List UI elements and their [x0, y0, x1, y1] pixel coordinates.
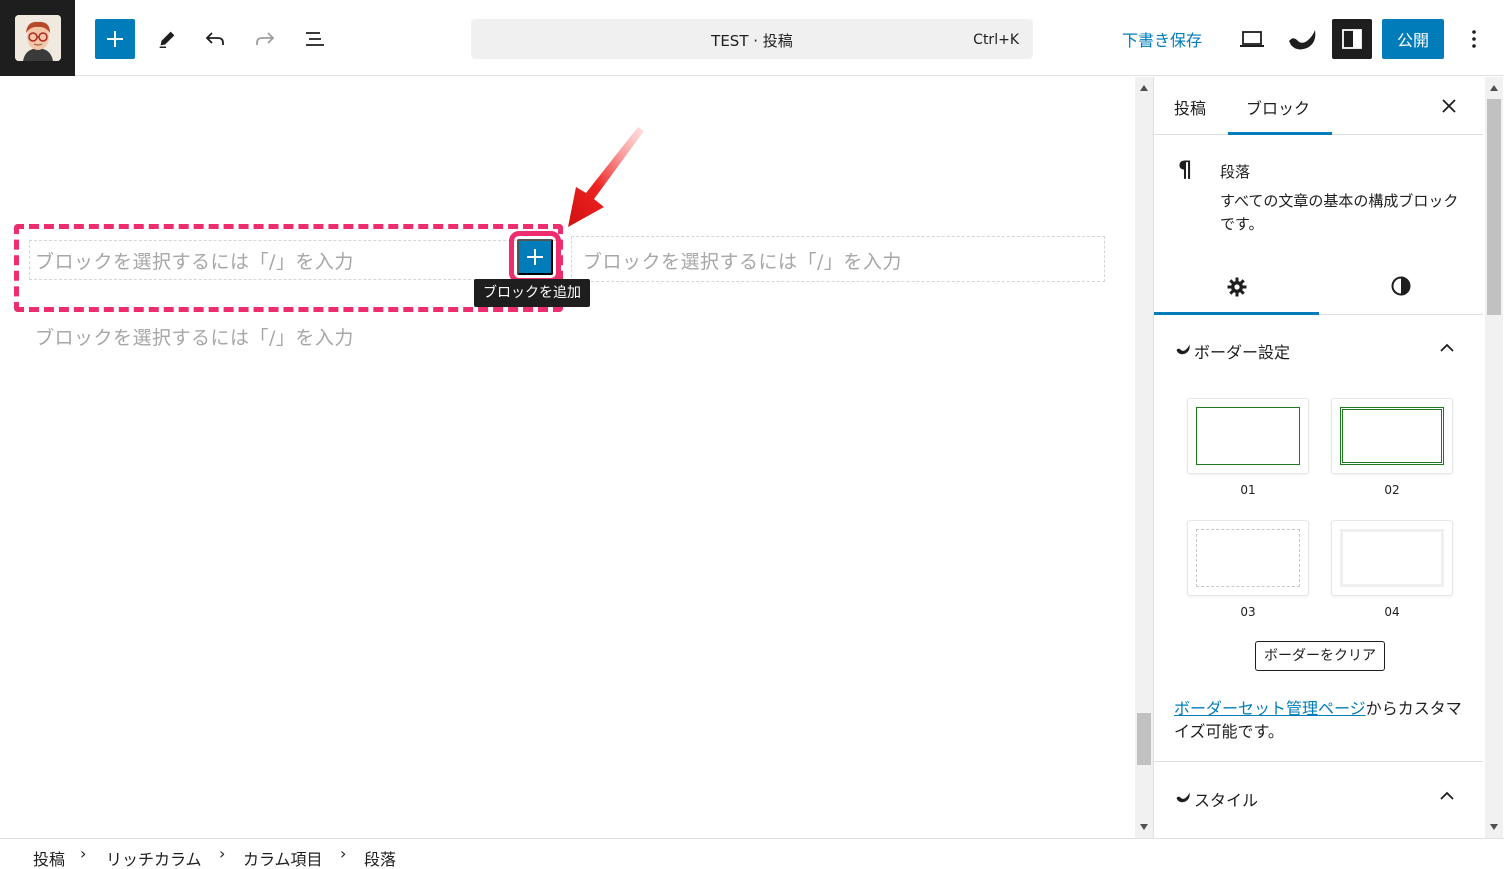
- more-vertical-icon: [1472, 30, 1476, 48]
- chevron-up-icon: [1440, 791, 1454, 800]
- editor-canvas[interactable]: ブロックを選択するには「/」を入力 ブロックを選択するには「/」を入力 ブロック…: [0, 77, 1134, 838]
- border-preset-03[interactable]: [1187, 520, 1309, 596]
- avatar: [15, 15, 61, 61]
- scroll-thumb[interactable]: [1487, 99, 1501, 315]
- scroll-up-icon[interactable]: [1140, 85, 1148, 91]
- paragraph-placeholder[interactable]: ブロックを選択するには「/」を入力: [583, 247, 902, 274]
- paragraph-placeholder[interactable]: ブロックを選択するには「/」を入力: [35, 247, 354, 274]
- active-tab-indicator: [1228, 132, 1332, 135]
- border-manager-link[interactable]: ボーダーセット管理ページ: [1174, 699, 1366, 718]
- theme-plugin-button[interactable]: [1282, 19, 1322, 59]
- breadcrumb-item: 段落: [364, 850, 397, 869]
- settings-sidebar: 投稿 ブロック ¶ 段落 すべての文章の基本の構成ブロックです。 ボーダー設定 …: [1153, 77, 1483, 838]
- tab-post[interactable]: 投稿: [1174, 95, 1206, 119]
- border-preview: [1340, 529, 1444, 587]
- settings-toggle[interactable]: [1332, 19, 1372, 59]
- save-draft-button[interactable]: 下書き保存: [1122, 27, 1202, 51]
- chevron-right-icon: ›: [80, 844, 87, 863]
- panel-divider: [1154, 761, 1483, 762]
- leaf-icon: [1176, 344, 1190, 355]
- canvas-scrollbar[interactable]: [1135, 77, 1153, 838]
- scroll-down-icon[interactable]: [1490, 824, 1498, 830]
- panel-title: ボーダー設定: [1194, 343, 1291, 362]
- preview-button[interactable]: [1232, 19, 1272, 59]
- scroll-thumb[interactable]: [1137, 713, 1151, 765]
- shortcut-hint: Ctrl+K: [973, 32, 1019, 48]
- border-settings-panel-toggle[interactable]: ボーダー設定: [1154, 321, 1483, 377]
- undo-icon: [205, 32, 224, 45]
- redo-icon: [256, 32, 275, 45]
- leaf-icon: [1176, 792, 1190, 803]
- border-preview: [1196, 407, 1300, 465]
- panel-title: スタイル: [1194, 791, 1259, 810]
- add-block-button[interactable]: [509, 231, 561, 283]
- sidebar-icon: [1342, 29, 1362, 49]
- paragraph-icon: ¶: [1178, 158, 1192, 183]
- document-overview-button[interactable]: [295, 19, 335, 59]
- border-preview: [1196, 529, 1300, 587]
- pencil-icon: [159, 31, 175, 48]
- border-preset-01[interactable]: [1187, 398, 1309, 474]
- preset-label: 01: [1240, 483, 1256, 497]
- sidebar-tabs: 投稿 ブロック: [1154, 77, 1483, 135]
- options-menu-button[interactable]: [1462, 19, 1486, 59]
- border-preview: [1340, 407, 1444, 465]
- breadcrumb-item[interactable]: カラム項目: [243, 846, 323, 869]
- block-description: すべての文章の基本の構成ブロックです。: [1220, 192, 1459, 233]
- command-palette-bar[interactable]: TEST · 投稿 Ctrl+K: [471, 19, 1033, 59]
- breadcrumb-item[interactable]: リッチカラム: [106, 846, 202, 869]
- plus-icon: [527, 249, 543, 265]
- block-title: 段落: [1220, 163, 1251, 181]
- list-view-icon: [306, 32, 324, 46]
- add-block-tooltip: ブロックを追加: [474, 279, 590, 307]
- preset-label: 03: [1240, 605, 1256, 619]
- active-subtab-indicator: [1154, 312, 1319, 315]
- chevron-up-icon: [1440, 343, 1454, 352]
- border-preset-02[interactable]: [1331, 398, 1453, 474]
- document-title: TEST · 投稿: [711, 32, 793, 50]
- redo-button[interactable]: [245, 19, 285, 59]
- tab-block[interactable]: ブロック: [1246, 95, 1310, 119]
- breadcrumb-item[interactable]: 投稿: [33, 846, 65, 869]
- block-inserter-toggle[interactable]: [95, 19, 135, 59]
- help-text: ボーダーセット管理ページからカスタマイズ可能です。: [1174, 697, 1464, 743]
- paragraph-placeholder[interactable]: ブロックを選択するには「/」を入力: [35, 323, 354, 350]
- red-arrow-annotation: [568, 127, 644, 227]
- leaf-icon: [1289, 30, 1316, 50]
- chevron-right-icon: ›: [340, 844, 347, 863]
- publish-button[interactable]: 公開: [1382, 19, 1444, 59]
- plus-icon: [107, 31, 123, 47]
- scroll-up-icon[interactable]: [1490, 85, 1498, 91]
- preset-label: 02: [1384, 483, 1400, 497]
- scroll-down-icon[interactable]: [1140, 824, 1148, 830]
- undo-button[interactable]: [195, 19, 235, 59]
- sidebar-scrollbar[interactable]: [1485, 77, 1503, 838]
- editor-header: TEST · 投稿 Ctrl+K 下書き保存 公開: [0, 0, 1504, 76]
- close-icon[interactable]: [1437, 94, 1461, 118]
- contrast-icon[interactable]: [1390, 275, 1412, 297]
- site-icon-button[interactable]: [0, 0, 75, 76]
- laptop-icon: [1240, 31, 1264, 47]
- tools-button[interactable]: [147, 19, 187, 59]
- gear-icon[interactable]: [1226, 276, 1248, 298]
- chevron-right-icon: ›: [219, 844, 226, 863]
- style-panel-toggle[interactable]: スタイル: [1154, 769, 1483, 825]
- clear-border-button[interactable]: ボーダーをクリア: [1255, 641, 1385, 671]
- block-breadcrumb: 投稿 › リッチカラム › カラム項目 › 段落: [0, 838, 1504, 869]
- border-preset-04[interactable]: [1331, 520, 1453, 596]
- editor-app: TEST · 投稿 Ctrl+K 下書き保存 公開 ブロックを選択するには「/」…: [0, 0, 1504, 869]
- preset-label: 04: [1384, 605, 1400, 619]
- inspector-tabs: [1154, 257, 1483, 315]
